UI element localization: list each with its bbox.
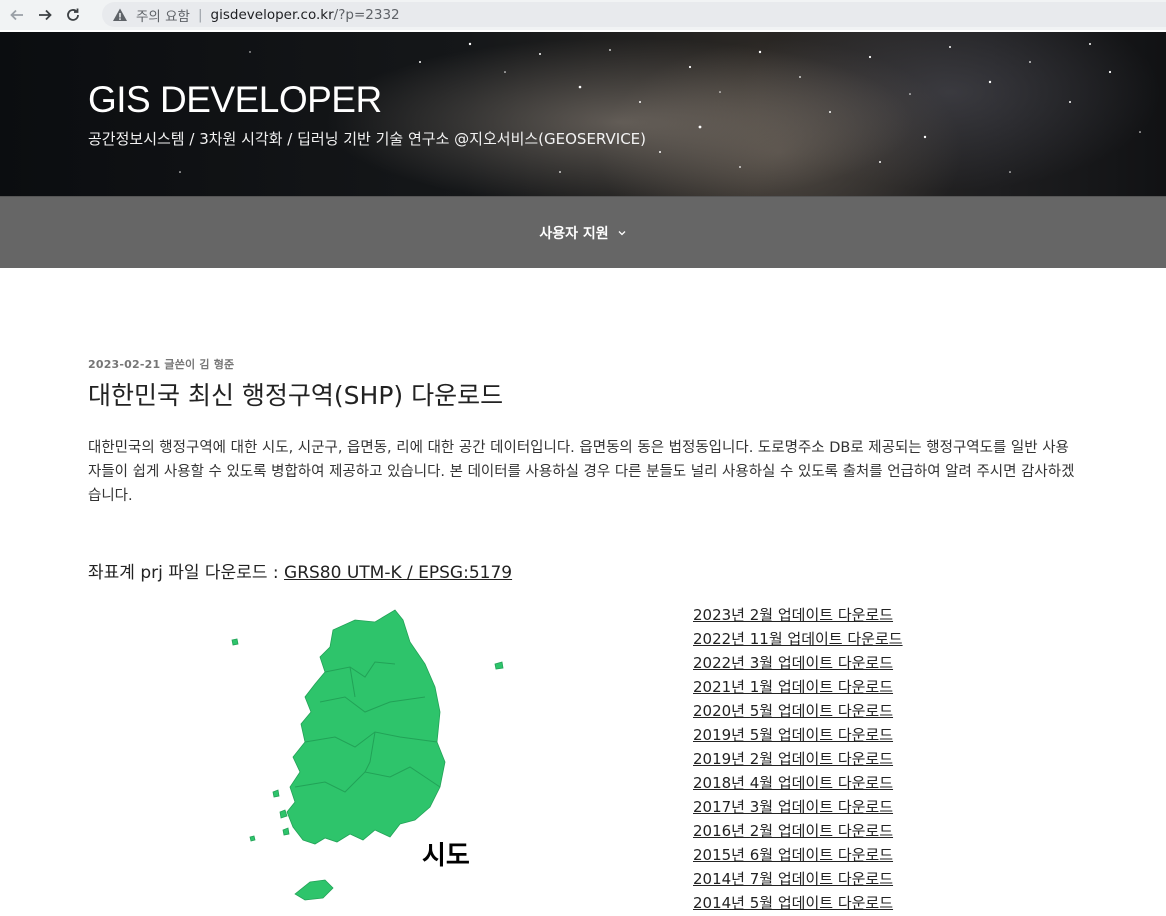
prj-download-line: 좌표계 prj 파일 다운로드 : GRS80 UTM-K / EPSG:517… <box>88 558 512 583</box>
site-header: GIS DEVELOPER 공간정보시스템 / 3차원 시각화 / 딥러닝 기반… <box>0 32 1166 196</box>
reload-button[interactable] <box>62 4 84 26</box>
download-link[interactable]: 2014년 7월 업데이트 다운로드 <box>693 867 903 891</box>
download-link[interactable]: 2015년 6월 업데이트 다운로드 <box>693 843 903 867</box>
security-warning-text[interactable]: 주의 요함 <box>136 5 190 25</box>
site-description: 공간정보시스템 / 3차원 시각화 / 딥러닝 기반 기술 연구소 @지오서비스… <box>88 130 647 148</box>
arrow-right-icon <box>39 9 52 21</box>
post-title: 대한민국 최신 행정구역(SHP) 다운로드 <box>88 381 504 410</box>
nav-item-user-support[interactable]: 사용자 지원 <box>539 223 626 243</box>
post-intro: 대한민국의 행정구역에 대한 시도, 시군구, 읍면동, 리에 대한 공간 데이… <box>88 440 1075 504</box>
download-link[interactable]: 2014년 5월 업데이트 다운로드 <box>693 891 903 915</box>
download-link[interactable]: 2022년 11월 업데이트 다운로드 <box>693 627 903 651</box>
reload-icon <box>67 8 79 21</box>
prj-download-link[interactable]: GRS80 UTM-K / EPSG:5179 <box>284 563 512 583</box>
chevron-down-icon <box>618 230 626 235</box>
download-link[interactable]: 2018년 4월 업데이트 다운로드 <box>693 771 903 795</box>
download-link[interactable]: 2017년 3월 업데이트 다운로드 <box>693 795 903 819</box>
download-link[interactable]: 2019년 5월 업데이트 다운로드 <box>693 723 903 747</box>
download-list: 2023년 2월 업데이트 다운로드 2022년 11월 업데이트 다운로드 2… <box>693 603 903 915</box>
url-path[interactable]: /?p=2332 <box>334 7 400 23</box>
nav-item-label: 사용자 지원 <box>539 225 609 242</box>
download-link[interactable]: 2020년 5월 업데이트 다운로드 <box>693 699 903 723</box>
download-link[interactable]: 2016년 2월 업데이트 다운로드 <box>693 819 903 843</box>
browser-toolbar: 주의 요함 | gisdeveloper.co.kr/?p=2332 <box>0 0 1166 30</box>
korea-map-image <box>225 602 555 908</box>
url-host[interactable]: gisdeveloper.co.kr <box>211 7 334 23</box>
prj-label: 좌표계 prj 파일 다운로드 : <box>88 563 285 583</box>
main-navigation: 사용자 지원 <box>0 196 1166 268</box>
post-meta: 2023-02-21 글쓴이 김 형준 <box>88 358 235 371</box>
warning-icon[interactable] <box>112 7 128 23</box>
download-link[interactable]: 2022년 3월 업데이트 다운로드 <box>693 651 903 675</box>
download-link[interactable]: 2023년 2월 업데이트 다운로드 <box>693 603 903 627</box>
arrow-left-icon <box>10 9 23 21</box>
address-separator: | <box>197 6 203 23</box>
korea-map-graphic <box>231 609 504 901</box>
map-caption: 시도 <box>422 841 470 871</box>
address-bar[interactable]: 주의 요함 | gisdeveloper.co.kr/?p=2332 <box>102 2 1166 27</box>
forward-button[interactable] <box>34 4 56 26</box>
site-title[interactable]: GIS DEVELOPER <box>88 79 382 121</box>
download-link[interactable]: 2021년 1월 업데이트 다운로드 <box>693 675 903 699</box>
download-link[interactable]: 2019년 2월 업데이트 다운로드 <box>693 747 903 771</box>
back-button[interactable] <box>6 4 28 26</box>
